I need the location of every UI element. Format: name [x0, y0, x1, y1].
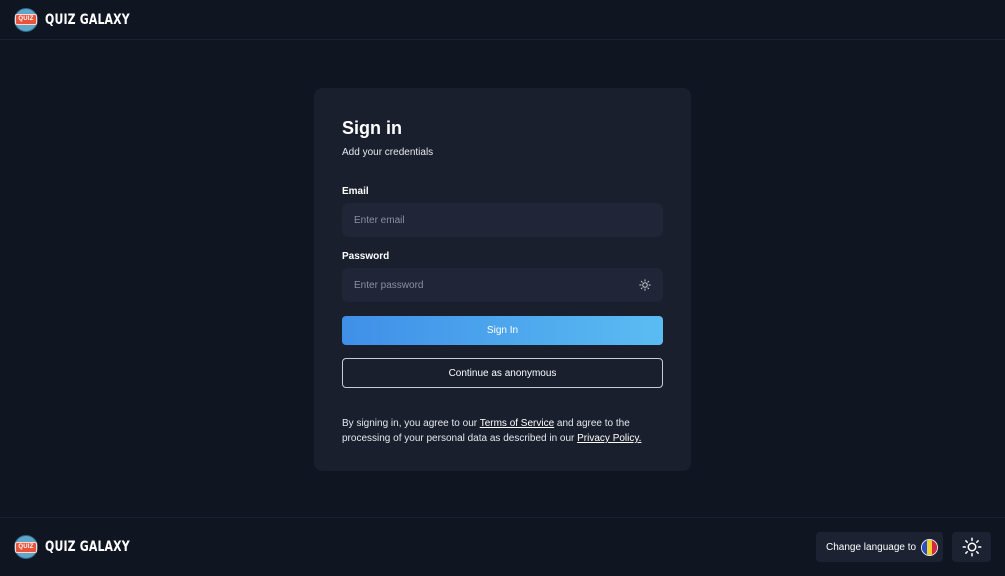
- terms-of-service-link[interactable]: Terms of Service: [480, 418, 554, 429]
- logo-badge-text: QUIZ: [15, 541, 37, 553]
- sun-icon: [962, 537, 981, 557]
- header-brand[interactable]: QUIZ QUIZ GALAXY: [14, 7, 154, 32]
- continue-anonymous-button[interactable]: Continue as anonymous: [342, 358, 663, 388]
- password-label: Password: [342, 251, 390, 262]
- signin-card: Sign in Add your credentials Email Passw…: [314, 88, 691, 471]
- change-language-button[interactable]: Change language to: [816, 532, 943, 562]
- password-visibility-sun-icon[interactable]: [637, 277, 653, 293]
- change-language-label: Change language to: [826, 541, 917, 553]
- brand-name: QUIZ GALAXY: [45, 539, 130, 555]
- theme-toggle-button[interactable]: [952, 532, 991, 562]
- flag-stripe-red: [932, 539, 938, 555]
- romania-flag-icon: [921, 538, 939, 556]
- quiz-logo-icon: QUIZ: [14, 535, 38, 559]
- footer-brand[interactable]: QUIZ QUIZ GALAXY: [14, 535, 154, 559]
- page: QUIZ QUIZ GALAXY Sign in Add your creden…: [0, 0, 1005, 576]
- page-subtitle: Add your credentials: [342, 147, 434, 158]
- sign-in-button[interactable]: Sign In: [342, 316, 663, 345]
- brand-name: QUIZ GALAXY: [45, 11, 130, 28]
- footer: QUIZ QUIZ GALAXY Change language to: [0, 517, 1005, 576]
- quiz-logo-icon: QUIZ: [14, 7, 38, 32]
- email-field[interactable]: [354, 214, 651, 226]
- email-label: Email: [342, 186, 369, 197]
- legal-notice: By signing in, you agree to our Terms of…: [342, 416, 667, 446]
- top-header: QUIZ QUIZ GALAXY: [0, 0, 1005, 40]
- legal-text-part1: By signing in, you agree to our: [342, 418, 480, 429]
- password-field-wrapper: [342, 268, 663, 302]
- page-title: Sign in: [342, 118, 402, 138]
- password-field[interactable]: [354, 279, 651, 291]
- email-field-wrapper: [342, 203, 663, 237]
- logo-badge-text: QUIZ: [15, 14, 37, 25]
- privacy-policy-link[interactable]: Privacy Policy.: [577, 433, 641, 444]
